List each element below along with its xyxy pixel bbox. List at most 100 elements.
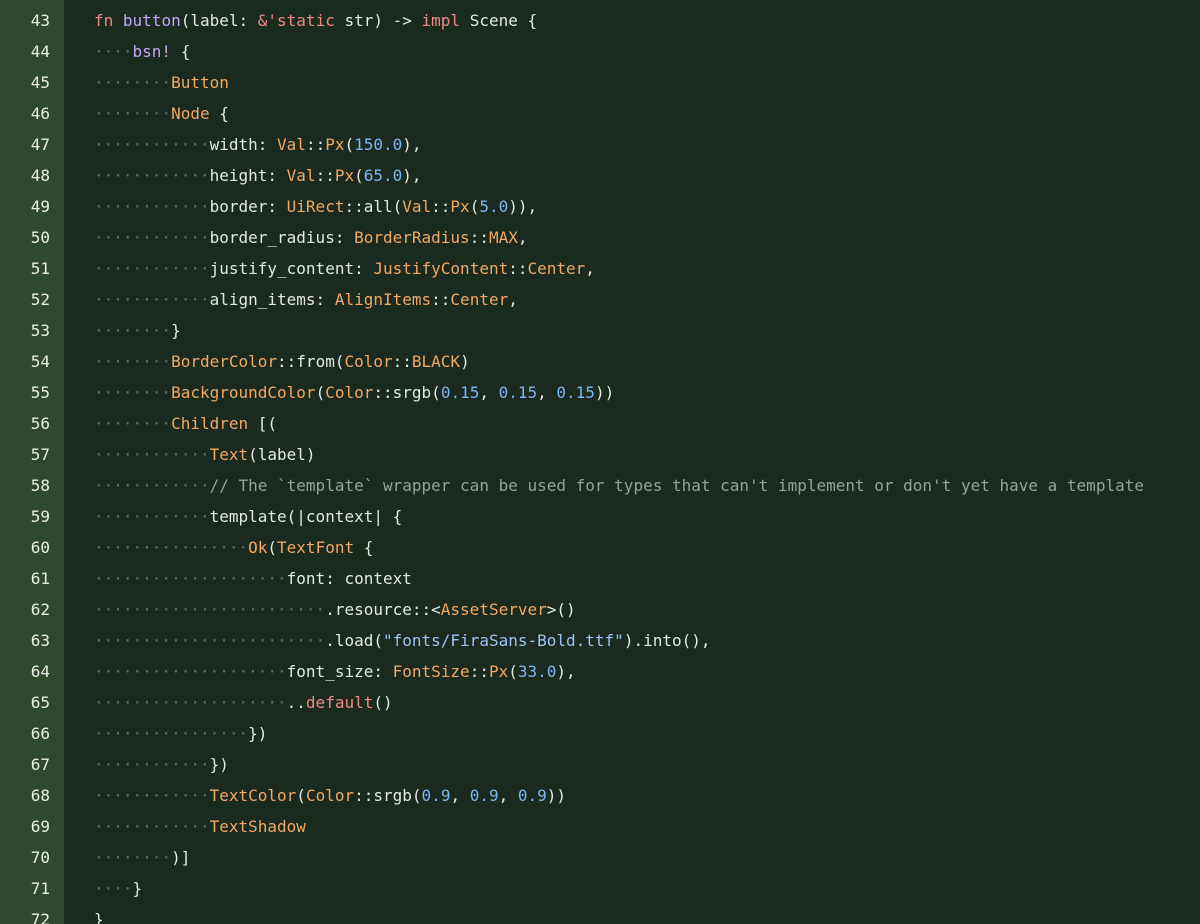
code-line[interactable]: 50 ············border_radius: BorderRadiu… <box>0 222 1200 253</box>
code-line[interactable]: 47 ············width: Val::Px(150.0), <box>0 129 1200 160</box>
code-line[interactable]: 72} <box>0 904 1200 924</box>
code-line[interactable]: 67 ············}) <box>0 749 1200 780</box>
line-number: 54 <box>30 352 50 371</box>
code-line[interactable]: 49 ············border: UiRect::all(Val::P… <box>0 191 1200 222</box>
line-content: } <box>94 904 104 924</box>
code-line[interactable]: 57 ············Text(label) <box>0 439 1200 470</box>
line-content: ····················font: context <box>94 563 412 594</box>
line-content: ····} <box>94 873 142 904</box>
line-number: 71 <box>30 879 50 898</box>
code-line[interactable]: 65 ····················..default() <box>0 687 1200 718</box>
code-token: .resource::< <box>325 600 441 619</box>
indent-guide: ············ <box>94 445 210 464</box>
line-number: 62 <box>30 600 50 619</box>
code-token: )] <box>171 848 191 867</box>
line-number: 49 <box>30 197 50 216</box>
code-line[interactable]: 46 ········Node { <box>0 98 1200 129</box>
line-content: ············}) <box>94 749 229 780</box>
line-number: 70 <box>30 848 50 867</box>
code-line[interactable]: 56 ········Children [( <box>0 408 1200 439</box>
line-number: 66 <box>30 724 50 743</box>
code-line[interactable]: 68 ············TextColor(Color::srgb(0.9,… <box>0 780 1200 811</box>
code-token: Color <box>344 352 393 371</box>
line-content: ····················..default() <box>94 687 393 718</box>
line-number: 45 <box>30 73 50 92</box>
code-token: ::from( <box>277 352 345 371</box>
line-number: 55 <box>30 383 50 402</box>
indent-guide: ············ <box>94 786 210 805</box>
code-token: :: <box>431 197 451 216</box>
code-line[interactable]: 44 ····bsn! { <box>0 36 1200 67</box>
code-token: // The `template` wrapper can be used fo… <box>209 476 1144 495</box>
code-line[interactable]: 64 ····················font_size: FontSiz… <box>0 656 1200 687</box>
indent-guide: ········ <box>94 73 172 92</box>
line-number: 43 <box>30 11 50 30</box>
code-line[interactable]: 61 ····················font: context <box>0 563 1200 594</box>
code-line[interactable]: 66 ················}) <box>0 718 1200 749</box>
line-number: 52 <box>30 290 50 309</box>
code-token: -> <box>392 11 412 30</box>
code-token: template(|context| { <box>209 507 403 526</box>
code-line[interactable]: 45 ········Button <box>0 67 1200 98</box>
code-token: align_items: <box>209 290 335 309</box>
line-content: ········Button <box>94 67 229 98</box>
line-content: ············align_items: AlignItems::Cen… <box>94 284 518 315</box>
code-token: ).into(), <box>623 631 711 650</box>
code-token: font_size: <box>286 662 393 681</box>
code-token: { <box>171 42 191 61</box>
code-token: BLACK <box>411 352 461 371</box>
indent-guide: ········ <box>94 414 172 433</box>
line-number: 47 <box>30 135 50 154</box>
code-line[interactable]: 55 ········BackgroundColor(Color::srgb(0.… <box>0 377 1200 408</box>
code-token: Center <box>527 259 586 278</box>
line-number: 56 <box>30 414 50 433</box>
code-line[interactable]: 59 ············template(|context| { <box>0 501 1200 532</box>
line-content: ········Children [( <box>94 408 277 439</box>
code-token: Px <box>325 135 345 154</box>
indent-guide: ············ <box>94 476 210 495</box>
code-token: ), <box>402 135 422 154</box>
code-line[interactable]: 70 ········)] <box>0 842 1200 873</box>
indent-guide: ···················· <box>94 569 287 588</box>
line-content: ············border_radius: BorderRadius:… <box>94 222 528 253</box>
code-token: Node <box>171 104 210 123</box>
code-token: , <box>517 228 528 247</box>
code-line[interactable]: 60 ················Ok(TextFont { <box>0 532 1200 563</box>
code-line[interactable]: 62 ························.resource::<As… <box>0 594 1200 625</box>
code-line[interactable]: 48 ············height: Val::Px(65.0), <box>0 160 1200 191</box>
indent-guide: ························ <box>94 631 326 650</box>
indent-guide: ············ <box>94 290 210 309</box>
code-editor[interactable]: 43 fn button(label: &'static str) -> impl… <box>0 0 1200 924</box>
code-token: bsn! <box>132 42 172 61</box>
code-line[interactable]: 71 ····} <box>0 873 1200 904</box>
code-line[interactable]: 69 ············TextShadow <box>0 811 1200 842</box>
code-token: ), <box>556 662 576 681</box>
indent-guide: ········ <box>94 383 172 402</box>
code-token: 0.15 <box>440 383 480 402</box>
code-token: Px <box>488 662 509 681</box>
code-token: ( <box>296 786 306 805</box>
code-area[interactable]: 43 fn button(label: &'static str) -> impl… <box>0 0 1200 924</box>
code-token: Text <box>209 445 249 464</box>
code-line[interactable]: 63 ························.load("fonts/F… <box>0 625 1200 656</box>
indent-guide: ···················· <box>94 693 287 712</box>
code-token: )) <box>594 383 615 402</box>
code-line[interactable]: 52 ············align_items: AlignItems::C… <box>0 284 1200 315</box>
code-line[interactable]: 58 ············// The `template` wrapper … <box>0 470 1200 501</box>
code-token: Val <box>277 135 306 154</box>
line-content: ················Ok(TextFont { <box>94 532 373 563</box>
indent-guide: ············ <box>94 817 210 836</box>
code-token: BorderColor <box>171 352 278 371</box>
code-token: JustifyContent <box>373 259 509 278</box>
code-token: , <box>585 259 595 278</box>
code-token: Button <box>171 73 229 92</box>
code-token: { <box>209 104 229 123</box>
code-token: } <box>94 910 104 924</box>
code-line[interactable]: 43 fn button(label: &'static str) -> impl… <box>0 5 1200 36</box>
code-token: 33.0 <box>517 662 557 681</box>
code-line[interactable]: 54 ········BorderColor::from(Color::BLACK… <box>0 346 1200 377</box>
code-line[interactable]: 53 ········} <box>0 315 1200 346</box>
code-line[interactable]: 51 ············justify_content: JustifyCo… <box>0 253 1200 284</box>
line-content: ········Node { <box>94 98 229 129</box>
